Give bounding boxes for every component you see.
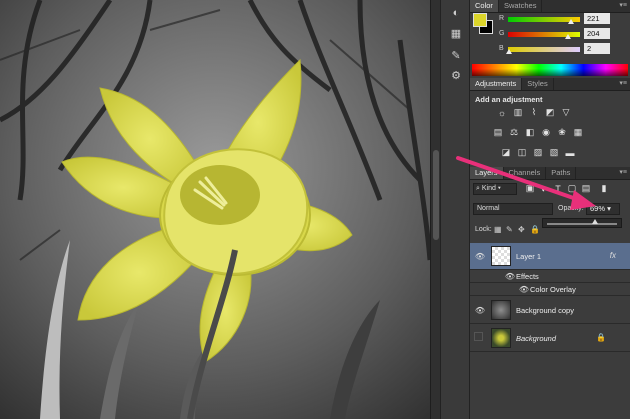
- document-canvas[interactable]: [0, 0, 430, 419]
- effects-visibility-icon[interactable]: 👁: [504, 270, 516, 282]
- color-lookup-icon[interactable]: ▦: [572, 127, 584, 138]
- panel-menu-icon[interactable]: ▾≡: [619, 78, 627, 90]
- layer-filter-kind-select[interactable]: ⌕ Kind ▾: [473, 183, 517, 195]
- kind-label: Kind: [481, 185, 496, 192]
- channel-b-knob[interactable]: [506, 49, 512, 54]
- tab-styles[interactable]: Styles: [522, 78, 554, 90]
- panel-menu-icon[interactable]: ▾≡: [619, 0, 627, 12]
- color-panel-icon[interactable]: ◐: [447, 4, 465, 22]
- vibrance-icon[interactable]: ▽: [560, 107, 572, 118]
- opacity-label: Opacity:: [558, 205, 584, 212]
- layers-panel-tabs: Layers Channels Paths ▾≡: [470, 167, 630, 180]
- lock-position-icon[interactable]: ✥: [518, 225, 525, 234]
- foreground-color-swatch[interactable]: [473, 13, 487, 27]
- layer-thumbnail: [491, 246, 511, 266]
- effect-visibility-icon[interactable]: 👁: [518, 283, 530, 295]
- swatches-panel-icon[interactable]: ▦: [447, 24, 465, 42]
- panel-menu-icon[interactable]: ▾≡: [619, 167, 627, 179]
- posterize-icon[interactable]: ◫: [516, 147, 528, 158]
- channel-r-knob[interactable]: [568, 19, 574, 24]
- invert-icon[interactable]: ◪: [500, 147, 512, 158]
- selective-color-icon[interactable]: ▧: [548, 147, 560, 158]
- add-adjustment-heading: Add an adjustment: [475, 95, 543, 104]
- layer-effects-row[interactable]: 👁 Effects: [470, 270, 630, 283]
- effects-label: Effects: [516, 272, 539, 281]
- lock-label: Lock:: [475, 226, 492, 233]
- filter-pixel-icon[interactable]: ▣: [524, 183, 536, 194]
- layer-row-layer-1[interactable]: 👁 Layer 1 fx: [470, 243, 630, 270]
- lock-image-icon[interactable]: ✎: [506, 225, 513, 234]
- color-balance-icon[interactable]: ⚖: [508, 127, 520, 138]
- filter-type-icon[interactable]: T: [552, 183, 564, 194]
- channel-b-slider[interactable]: [508, 47, 580, 52]
- opacity-value: 69%: [590, 204, 606, 213]
- layer-effect-color-overlay[interactable]: 👁 Color Overlay: [470, 283, 630, 296]
- opacity-track: [547, 223, 617, 225]
- layer-row-background[interactable]: Background 🔒: [470, 325, 630, 352]
- blend-mode-label: Normal: [477, 205, 500, 212]
- visibility-eye-icon[interactable]: 👁: [474, 250, 486, 262]
- visibility-eye-icon[interactable]: 👁: [474, 304, 486, 316]
- layer-thumbnail: [491, 328, 511, 348]
- opacity-knob[interactable]: [592, 219, 599, 224]
- brush-panel-icon[interactable]: ✎: [447, 46, 465, 64]
- layer-name[interactable]: Layer 1: [516, 252, 541, 261]
- tab-channels[interactable]: Channels: [504, 167, 547, 179]
- tab-swatches[interactable]: Swatches: [499, 0, 543, 12]
- color-panel-tabs: Color Swatches ▾≡: [470, 0, 630, 13]
- channel-g-knob[interactable]: [565, 34, 571, 39]
- channel-mixer-icon[interactable]: ❀: [556, 127, 568, 138]
- levels-icon[interactable]: ▥: [512, 107, 524, 118]
- photo-filter-icon[interactable]: ◉: [540, 127, 552, 138]
- layer-name[interactable]: Background: [516, 334, 556, 343]
- layer-thumbnail: [491, 300, 511, 320]
- gradient-map-icon[interactable]: ▬: [564, 147, 576, 158]
- right-panels: Color Swatches ▾≡ R 221 G 204 B 2 Adjust…: [470, 0, 630, 419]
- hue-saturation-icon[interactable]: ▤: [492, 127, 504, 138]
- opacity-input[interactable]: 69% ▾: [586, 203, 620, 215]
- filter-adjustment-icon[interactable]: ◐: [538, 183, 550, 194]
- panel-icon-strip: ◐ ▦ ✎ ⚙: [440, 0, 470, 419]
- opacity-slider[interactable]: [542, 218, 622, 228]
- color-spectrum-bar[interactable]: [472, 64, 628, 76]
- curves-icon[interactable]: ⌇: [528, 107, 540, 118]
- exposure-icon[interactable]: ◩: [544, 107, 556, 118]
- channel-g-label: G: [499, 30, 505, 37]
- brightness-contrast-icon[interactable]: ☼: [496, 107, 508, 118]
- channel-g-value[interactable]: 204: [584, 28, 610, 39]
- blend-mode-select[interactable]: Normal: [473, 203, 553, 215]
- tool-presets-icon[interactable]: ⚙: [447, 66, 465, 84]
- channel-b-value[interactable]: 2: [584, 43, 610, 54]
- channel-b-label: B: [499, 45, 504, 52]
- tab-layers[interactable]: Layers: [470, 167, 504, 179]
- lock-icon: 🔒: [596, 333, 606, 342]
- daffodil-photo: [0, 0, 430, 419]
- filter-smart-object-icon[interactable]: ▤: [580, 183, 592, 194]
- black-white-icon[interactable]: ◧: [524, 127, 536, 138]
- visibility-toggle-empty[interactable]: [474, 332, 483, 341]
- tab-paths[interactable]: Paths: [546, 167, 577, 179]
- scroll-thumb[interactable]: [433, 150, 439, 240]
- channel-r-label: R: [499, 15, 505, 22]
- filter-shape-icon[interactable]: ▢: [566, 183, 578, 194]
- fx-icon[interactable]: fx: [610, 251, 616, 260]
- adjustments-panel-tabs: Adjustments Styles ▾≡: [470, 78, 630, 91]
- threshold-icon[interactable]: ▨: [532, 147, 544, 158]
- tab-adjustments[interactable]: Adjustments: [470, 78, 523, 90]
- effect-name: Color Overlay: [530, 285, 576, 294]
- layer-name[interactable]: Background copy: [516, 306, 574, 315]
- channel-r-value[interactable]: 221: [584, 13, 610, 24]
- tab-color[interactable]: Color: [470, 0, 499, 12]
- lock-transparent-icon[interactable]: ▦: [494, 225, 502, 234]
- filter-toggle-icon[interactable]: ▮: [598, 183, 610, 194]
- layer-row-background-copy[interactable]: 👁 Background copy: [470, 297, 630, 324]
- canvas-scrollbar[interactable]: [430, 0, 440, 419]
- lock-all-icon[interactable]: 🔒: [530, 225, 540, 234]
